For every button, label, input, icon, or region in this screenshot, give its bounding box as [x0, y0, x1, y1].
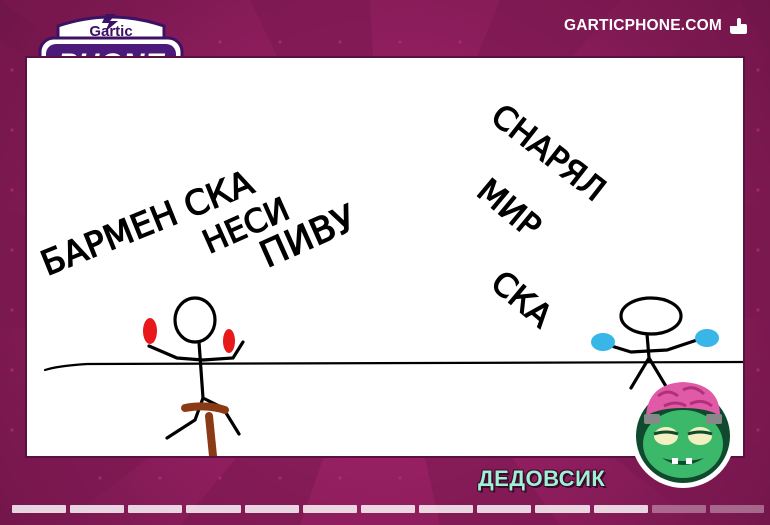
progress-segment	[477, 505, 532, 513]
progress-segment	[709, 505, 765, 513]
progress-segment	[419, 505, 474, 513]
player-name: ДЕДОВСИК	[478, 466, 606, 491]
progress-segment	[535, 505, 590, 513]
right-figure-hand-right	[695, 329, 719, 347]
round-progress-bar	[12, 505, 765, 515]
site-label: GARTICPHONE.COM	[564, 17, 722, 34]
progress-segment	[12, 505, 67, 513]
right-text-line-3: СКА	[484, 263, 560, 335]
site-link[interactable]: GARTICPHONE.COM	[564, 14, 748, 38]
right-text-line-2: МИР	[470, 171, 549, 246]
progress-segment	[651, 505, 706, 513]
ground-line	[43, 360, 743, 372]
logo-top-text: Gartic	[89, 23, 132, 40]
progress-segment	[186, 505, 241, 513]
progress-segment	[70, 505, 125, 513]
progress-segment	[302, 505, 357, 513]
bar-stool	[181, 402, 229, 456]
progress-segment	[593, 505, 648, 513]
right-figure-hand-left	[591, 333, 615, 351]
progress-segment	[128, 505, 183, 513]
pointing-hand-icon	[730, 18, 747, 34]
left-stick-figure	[147, 296, 245, 440]
progress-segment	[360, 505, 416, 513]
progress-segment	[244, 505, 299, 513]
left-figure-hand-left	[143, 318, 157, 344]
left-figure-hand-right	[223, 329, 235, 353]
zombie-brain-avatar-icon	[628, 374, 738, 494]
